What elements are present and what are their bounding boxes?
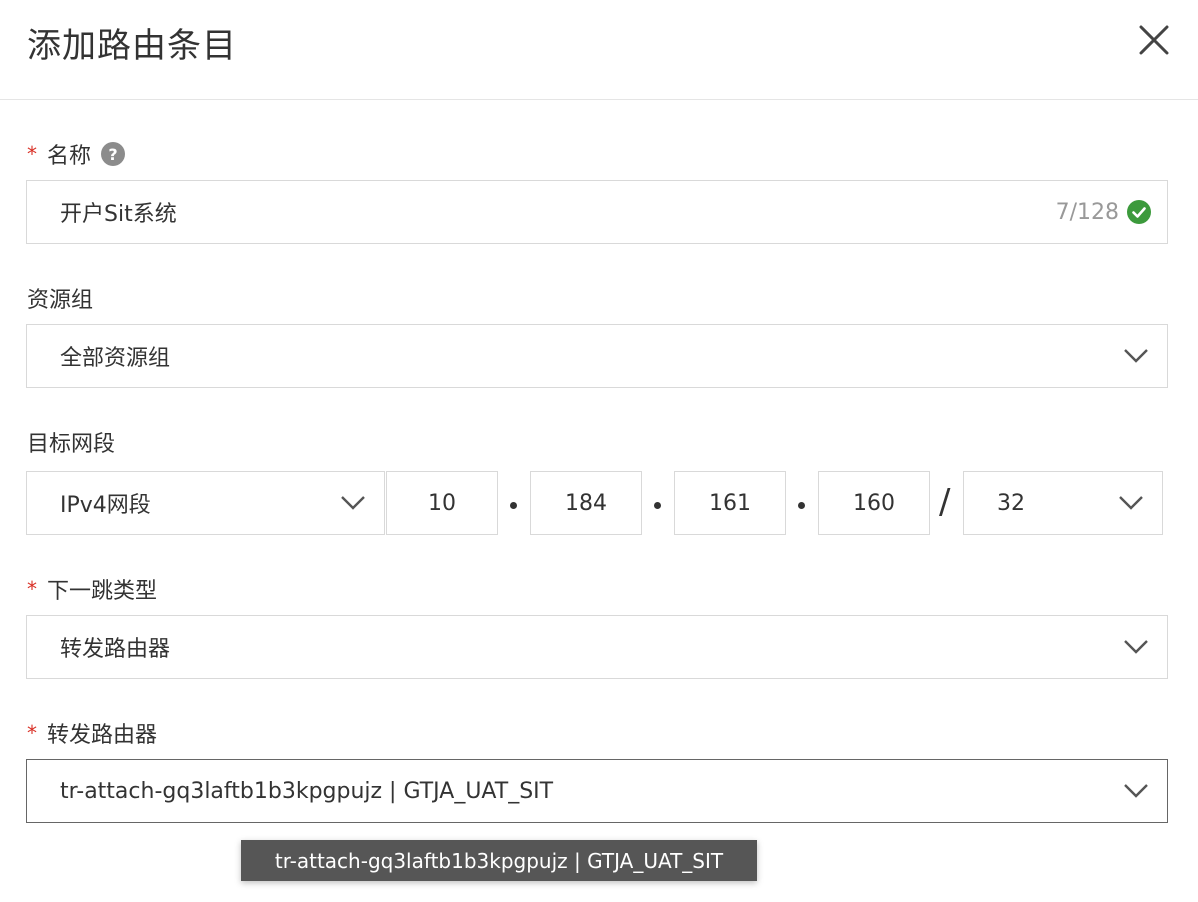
target-label: 目标网段	[27, 432, 116, 457]
help-icon[interactable]: ?	[101, 142, 126, 166]
mask-select[interactable]: 32	[963, 471, 1163, 535]
required-mark: *	[27, 721, 37, 745]
ip-octet-4-input[interactable]: 160	[818, 471, 930, 535]
chevron-down-icon	[1124, 640, 1148, 654]
required-mark: *	[27, 142, 37, 166]
next-hop-type-label: * 下一跳类型	[27, 577, 158, 604]
resource-group-select[interactable]: 全部资源组	[26, 324, 1168, 388]
tooltip: tr-attach-gq3laftb1b3kpgpujz | GTJA_UAT_…	[241, 840, 757, 881]
mask-separator: /	[939, 482, 951, 522]
ip-dot	[654, 502, 661, 509]
close-icon[interactable]	[1136, 22, 1172, 58]
forward-router-label: * 转发路由器	[27, 721, 158, 748]
char-counter: 7/128	[1056, 200, 1151, 225]
name-input[interactable]: 开户Sit系统 7/128	[26, 180, 1168, 244]
ip-octet-2-input[interactable]: 184	[530, 471, 642, 535]
chevron-down-icon	[1124, 349, 1148, 363]
forward-router-select[interactable]: tr-attach-gq3laftb1b3kpgpujz | GTJA_UAT_…	[26, 759, 1168, 823]
next-hop-type-select[interactable]: 转发路由器	[26, 615, 1168, 679]
ip-octet-1-input[interactable]: 10	[386, 471, 498, 535]
name-label: * 名称 ?	[27, 138, 126, 170]
ip-dot	[510, 502, 517, 509]
ip-dot	[798, 502, 805, 509]
check-circle-icon	[1127, 200, 1151, 224]
resource-group-label: 资源组	[27, 288, 94, 313]
ip-type-select[interactable]: IPv4网段	[26, 471, 385, 535]
required-mark: *	[27, 577, 37, 601]
chevron-down-icon	[1124, 784, 1148, 798]
dialog-header: 添加路由条目	[0, 0, 1198, 100]
dialog-title: 添加路由条目	[27, 26, 237, 66]
chevron-down-icon	[341, 496, 365, 510]
ip-octet-3-input[interactable]: 161	[674, 471, 786, 535]
chevron-down-icon	[1119, 496, 1143, 510]
